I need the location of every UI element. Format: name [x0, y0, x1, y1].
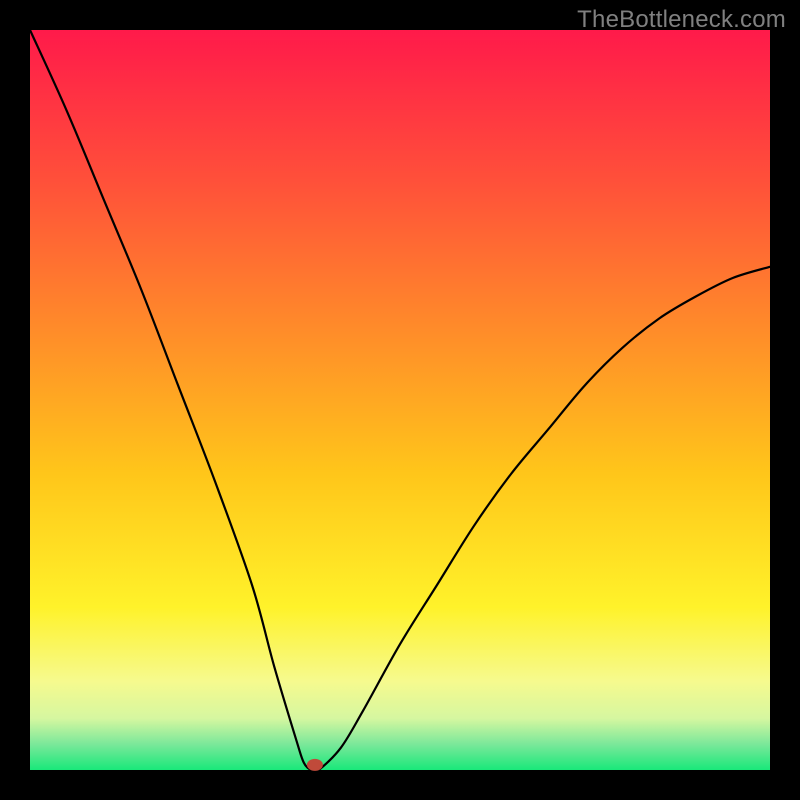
optimum-marker: [307, 759, 323, 771]
watermark-text: TheBottleneck.com: [577, 6, 786, 34]
chart-container: TheBottleneck.com: [0, 0, 800, 800]
plot-background: [30, 30, 770, 770]
bottleneck-chart: [0, 0, 800, 800]
